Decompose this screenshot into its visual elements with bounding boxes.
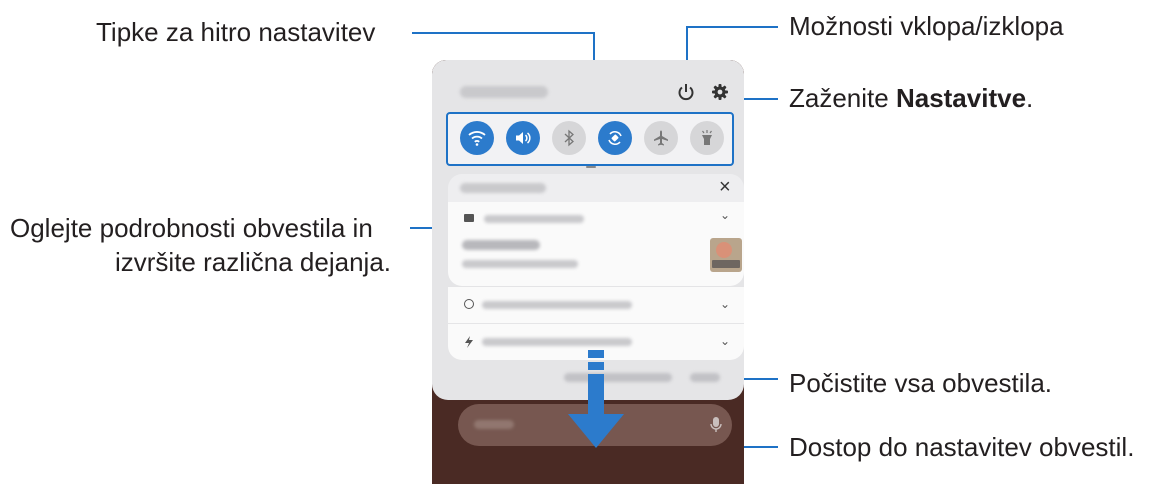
callout-power-h [686, 26, 778, 28]
notification-thumbnail [710, 238, 742, 272]
flashlight-button[interactable] [690, 121, 724, 155]
gallery-icon [464, 214, 474, 222]
wifi-icon [468, 131, 486, 146]
details-label-line1: Oglejte podrobnosti obvestila in [10, 213, 373, 243]
auto-rotate-icon [608, 130, 622, 146]
swipe-down-arrow-icon [568, 350, 624, 448]
power-options-label: Možnosti vklopa/izklopa [789, 11, 1064, 41]
airplane-button[interactable] [644, 121, 678, 155]
quick-settings-panel [446, 112, 734, 166]
auto-rotate-button[interactable] [598, 121, 632, 155]
notification-settings-label: Dostop do nastavitev obvestil. [789, 432, 1135, 462]
details-label-line2: izvršite različna dejanja. [115, 247, 392, 277]
wifi-button[interactable] [460, 121, 494, 155]
notification-card-media[interactable]: ⌄ [448, 202, 744, 286]
chevron-down-icon[interactable]: ⌄ [720, 208, 730, 222]
notification-app-name [484, 215, 584, 223]
thumbnail-strip [712, 260, 740, 268]
launch-settings-suffix: . [1026, 83, 1034, 113]
power-icon[interactable] [676, 82, 696, 102]
close-icon[interactable]: × [719, 176, 731, 199]
notification-title [462, 240, 540, 250]
callout-quick-buttons-h [412, 32, 595, 34]
search-bar-text [474, 420, 514, 429]
lightning-icon [465, 336, 473, 348]
chevron-down-icon[interactable]: ⌄ [720, 297, 730, 311]
flashlight-icon [702, 130, 712, 145]
date-time-text [460, 86, 548, 98]
microphone-icon[interactable] [710, 416, 722, 434]
bluetooth-button[interactable] [552, 121, 586, 155]
drag-handle[interactable] [586, 166, 596, 168]
notification-3-text [482, 338, 632, 346]
notification-2-text [482, 301, 632, 309]
bluetooth-icon [564, 129, 574, 147]
thumbnail-art [716, 242, 732, 258]
launch-settings-label: Zaženite Nastavitve. [789, 82, 1033, 114]
gear-icon[interactable] [711, 83, 729, 101]
notification-body [462, 260, 578, 268]
launch-settings-bold: Nastavitve [895, 83, 1027, 113]
notification-card-2[interactable]: ⌄ [448, 286, 744, 323]
airplane-icon [654, 130, 668, 146]
sound-button[interactable] [506, 121, 540, 155]
notification-panel: × ⌄ ⌄ ⌄ [432, 60, 744, 400]
launch-settings-prefix: Zaženite [789, 83, 896, 113]
chevron-down-icon[interactable]: ⌄ [720, 334, 730, 348]
shield-icon [464, 299, 474, 309]
notification-header-card: × [448, 174, 744, 202]
clear-all-label: Počistite vsa obvestila. [789, 368, 1053, 398]
clear-all-button[interactable] [690, 373, 720, 382]
notification-header-text [460, 183, 546, 193]
quick-buttons-label: Tipke za hitro nastavitev [96, 17, 376, 47]
sound-icon [516, 132, 531, 144]
